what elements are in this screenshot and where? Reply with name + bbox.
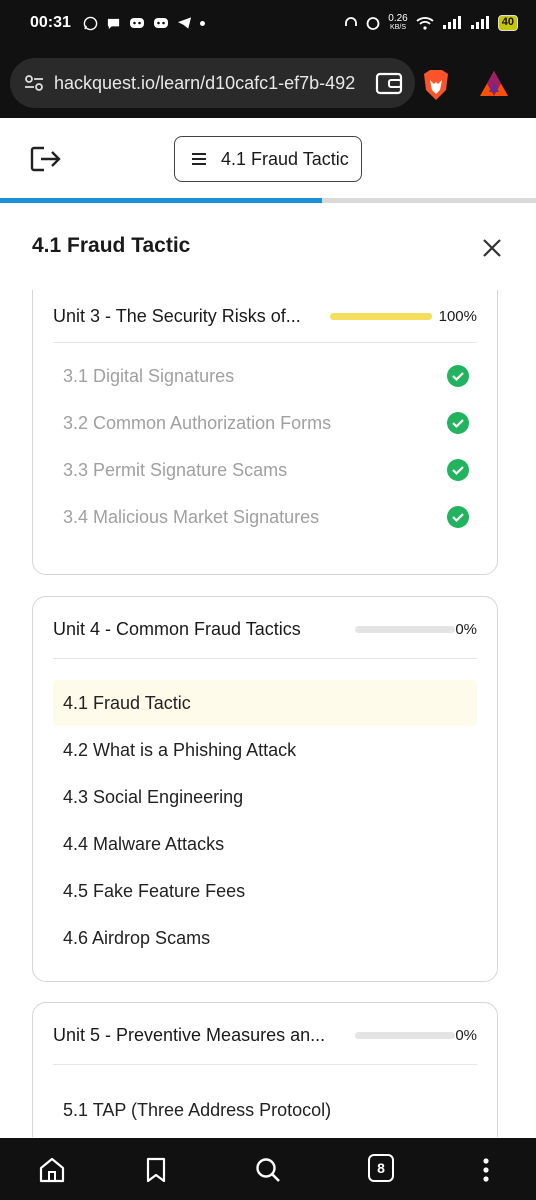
- site-settings-icon[interactable]: [24, 74, 44, 92]
- lesson-label: 3.1 Digital Signatures: [63, 365, 235, 386]
- unit-card: Unit 5 - Preventive Measures an... 0% 5.…: [32, 1002, 498, 1137]
- lesson-label: 5.1 TAP (Three Address Protocol): [63, 1099, 332, 1120]
- lesson-label: 4.5 Fake Feature Fees: [63, 880, 246, 901]
- lesson-label: 4.3 Social Engineering: [63, 786, 244, 807]
- telegram-icon: [177, 17, 191, 29]
- lesson-item[interactable]: 4.4 Malware Attacks: [53, 821, 477, 867]
- panel-title: 4.1 Fraud Tactic: [32, 234, 191, 257]
- lesson-label: 3.3 Permit Signature Scams: [63, 459, 288, 480]
- unit-header[interactable]: Unit 3 - The Security Risks of... 100%: [53, 291, 477, 343]
- unit-header[interactable]: Unit 4 - Common Fraud Tactics 0%: [53, 601, 477, 659]
- url-text[interactable]: hackquest.io/learn/d10cafc1-ef7b-492: [54, 73, 364, 94]
- unit-progress-fill: [330, 313, 432, 320]
- lesson-item[interactable]: 3.2 Common Authorization Forms: [53, 400, 477, 446]
- discord-icon: [129, 18, 144, 28]
- unit-title: Unit 4 - Common Fraud Tactics: [53, 619, 301, 639]
- unit-header[interactable]: Unit 5 - Preventive Measures an... 0%: [53, 1007, 477, 1065]
- alarm-icon: [366, 17, 380, 30]
- unit-title: Unit 3 - The Security Risks of...: [53, 306, 301, 326]
- browser-bottom-nav: 8: [0, 1138, 536, 1200]
- more-menu-icon[interactable]: [472, 1156, 500, 1184]
- unit-card: Unit 3 - The Security Risks of... 100% 3…: [32, 290, 498, 575]
- hamburger-icon: [192, 153, 206, 165]
- clock: 00:31: [30, 14, 71, 31]
- wifi-icon: [416, 17, 434, 30]
- lesson-item[interactable]: 4.5 Fake Feature Fees: [53, 868, 477, 914]
- battery-icon: 40: [497, 15, 518, 31]
- unit-title: Unit 5 - Preventive Measures an...: [53, 1025, 326, 1045]
- search-icon[interactable]: [254, 1156, 282, 1184]
- check-circle-icon: [447, 459, 469, 481]
- close-icon[interactable]: [480, 236, 504, 260]
- status-bar: 00:31 0.26 KB/S 40: [0, 0, 536, 46]
- notification-icons: [83, 16, 205, 31]
- current-lesson-label: 4.1 Fraud Tactic: [221, 148, 349, 169]
- chat-icon: [107, 18, 120, 29]
- units-list: Unit 3 - The Security Risks of... 100% 3…: [32, 290, 498, 1137]
- signal-icon-2: [470, 16, 489, 29]
- check-circle-icon: [447, 506, 469, 528]
- url-bar[interactable]: hackquest.io/learn/d10cafc1-ef7b-492: [10, 58, 415, 108]
- unit-progress-label: 0%: [455, 1027, 477, 1044]
- unit-progress-label: 0%: [455, 621, 477, 638]
- course-progress-fill: [0, 198, 322, 203]
- headphones-icon: [345, 17, 358, 26]
- unit-progress-label: 100%: [438, 308, 477, 325]
- signal-icon: [442, 16, 461, 29]
- lesson-label: 4.6 Airdrop Scams: [63, 927, 211, 948]
- app-header: 4.1 Fraud Tactic: [0, 118, 536, 198]
- lesson-item[interactable]: 4.2 What is a Phishing Attack: [53, 727, 477, 773]
- brave-shields-icon[interactable]: [420, 68, 452, 102]
- wallet-icon[interactable]: [375, 70, 405, 96]
- lesson-label: 4.1 Fraud Tactic: [63, 692, 191, 713]
- system-indicators: 0.26 KB/S 40: [344, 14, 518, 32]
- course-progress-bar: [0, 198, 536, 203]
- exit-icon[interactable]: [30, 146, 62, 172]
- browser-toolbar: hackquest.io/learn/d10cafc1-ef7b-492: [0, 46, 536, 118]
- lesson-label: 4.2 What is a Phishing Attack: [63, 739, 297, 760]
- lesson-label: 3.2 Common Authorization Forms: [63, 412, 332, 433]
- lesson-item[interactable]: 3.3 Permit Signature Scams: [53, 447, 477, 493]
- lesson-label: 3.4 Malicious Market Signatures: [63, 506, 320, 527]
- network-speed-unit: KB/S: [390, 24, 406, 31]
- tabs-button[interactable]: 8: [368, 1154, 394, 1182]
- lesson-label: 4.4 Malware Attacks: [63, 833, 225, 854]
- home-icon[interactable]: [38, 1156, 66, 1184]
- bookmark-icon[interactable]: [142, 1156, 170, 1184]
- brave-rewards-icon[interactable]: [478, 68, 510, 100]
- lesson-menu-button[interactable]: 4.1 Fraud Tactic: [174, 136, 362, 182]
- network-speed-value: 0.26: [388, 13, 408, 24]
- lesson-item[interactable]: 4.6 Airdrop Scams: [53, 915, 477, 961]
- check-circle-icon: [447, 365, 469, 387]
- unit-card: Unit 4 - Common Fraud Tactics 0% 4.1 Fra…: [32, 596, 498, 982]
- whatsapp-icon: [83, 16, 98, 30]
- lesson-item[interactable]: 4.3 Social Engineering: [53, 774, 477, 820]
- more-notifications-dot: [199, 20, 205, 26]
- lesson-item-active[interactable]: 4.1 Fraud Tactic: [53, 680, 477, 726]
- unit-progress-bar: [330, 313, 432, 320]
- discord-icon-2: [153, 18, 168, 28]
- check-circle-icon: [447, 412, 469, 434]
- unit-progress-bar: [355, 626, 455, 633]
- network-speed: 0.26 KB/S: [388, 14, 407, 32]
- unit-progress-bar: [355, 1032, 455, 1039]
- lesson-item[interactable]: 3.1 Digital Signatures: [53, 353, 477, 399]
- lesson-item[interactable]: 5.1 TAP (Three Address Protocol): [53, 1087, 477, 1133]
- lesson-item[interactable]: 3.4 Malicious Market Signatures: [53, 494, 477, 540]
